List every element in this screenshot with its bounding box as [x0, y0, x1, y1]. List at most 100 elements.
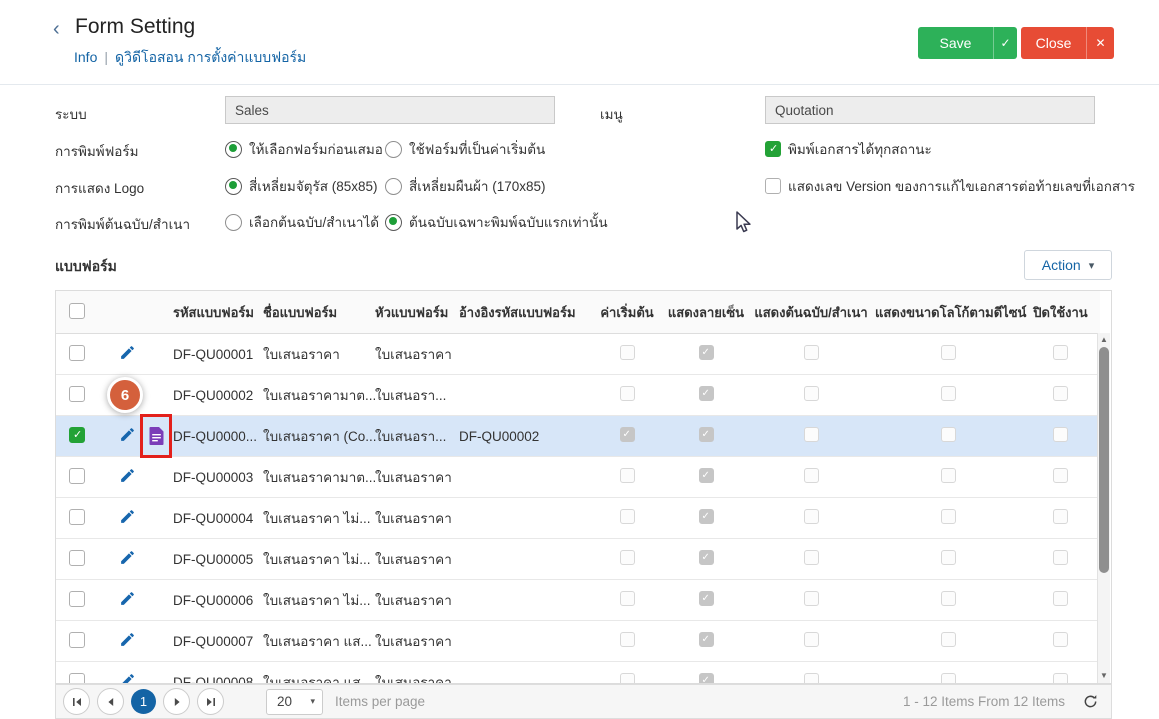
- table-row[interactable]: DF-QU0000... ใบเสนอราคา (Co... ใบเสนอรา.…: [56, 416, 1100, 457]
- cell-form-ref: [459, 375, 589, 416]
- radio-label: ต้นฉบับเฉพาะพิมพ์ฉบับแรกเท่านั้น: [409, 211, 608, 233]
- cell-form-name: ใบเสนอราคา ไม่...: [263, 498, 375, 539]
- save-check-icon[interactable]: ✓: [993, 27, 1017, 59]
- row-select-checkbox[interactable]: [69, 673, 85, 685]
- cell-form-code: DF-QU00002: [173, 375, 263, 416]
- document-icon[interactable]: [149, 427, 164, 445]
- flag-default-checkbox: [620, 509, 635, 524]
- page-header: ‹ Form Setting Info|ดูวิดีโอสอน การตั้งค…: [0, 0, 1159, 85]
- cell-form-header: ใบเสนอราคา: [375, 621, 459, 662]
- edit-pencil-icon[interactable]: [119, 590, 136, 610]
- flag-logo-size-checkbox: [941, 345, 956, 360]
- scrollbar-thumb[interactable]: [1099, 347, 1109, 573]
- flag-logo-size-checkbox: [941, 468, 956, 483]
- original-copy-option-1: เลือกต้นฉบับ/สำเนาได้: [225, 211, 379, 233]
- previous-page-button[interactable]: [97, 688, 124, 715]
- vertical-scrollbar[interactable]: ▲ ▼: [1097, 333, 1110, 683]
- edit-pencil-icon[interactable]: [119, 631, 136, 651]
- row-select-checkbox[interactable]: [69, 345, 85, 361]
- menu-input: [765, 96, 1095, 124]
- table-row[interactable]: DF-QU00005 ใบเสนอราคา ไม่... ใบเสนอราคา: [56, 539, 1100, 580]
- refresh-icon[interactable]: [1083, 694, 1098, 709]
- edit-pencil-icon[interactable]: [119, 426, 136, 446]
- table-row[interactable]: 6 DF-QU00002 ใบเสนอราคามาต... ใบเสนอรา..…: [56, 375, 1100, 416]
- table-row[interactable]: DF-QU00008 ใบเสนอราคา แส... ใบเสนอราคา: [56, 662, 1100, 685]
- cell-form-code: DF-QU00008: [173, 662, 263, 685]
- table-row[interactable]: DF-QU00004 ใบเสนอราคา ไม่... ใบเสนอราคา: [56, 498, 1100, 539]
- flag-logo-size-checkbox: [941, 632, 956, 647]
- row-select-checkbox[interactable]: [69, 591, 85, 607]
- flag-disabled-checkbox: [1053, 673, 1068, 684]
- edit-pencil-icon[interactable]: [119, 549, 136, 569]
- flag-signature-checkbox: [699, 427, 714, 442]
- scroll-up-icon[interactable]: ▲: [1098, 334, 1110, 346]
- save-button-group: Save ✓: [918, 27, 1017, 59]
- page-size-select[interactable]: 20 ▾: [266, 689, 323, 715]
- row-select-checkbox[interactable]: [69, 509, 85, 525]
- flag-default-checkbox: [620, 673, 635, 684]
- table-row[interactable]: DF-QU00007 ใบเสนอราคา แส... ใบเสนอราคา: [56, 621, 1100, 662]
- show-version-checkbox[interactable]: [765, 178, 781, 194]
- flag-default-checkbox: [620, 427, 635, 442]
- cell-form-name: ใบเสนอราคา ไม่...: [263, 539, 375, 580]
- flag-logo-size-checkbox: [941, 509, 956, 524]
- original-copy-label: การพิมพ์ต้นฉบับ/สำเนา: [55, 213, 190, 235]
- close-button[interactable]: Close: [1021, 27, 1086, 59]
- radio-use-default-form[interactable]: [385, 141, 402, 158]
- radio-original-first-print-only[interactable]: [385, 214, 402, 231]
- current-page-button[interactable]: 1: [131, 689, 156, 714]
- first-page-button[interactable]: [63, 688, 90, 715]
- col-header-disabled: ปิดใช้งาน: [1021, 291, 1100, 334]
- edit-pencil-icon[interactable]: [119, 508, 136, 528]
- radio-label: เลือกต้นฉบับ/สำเนาได้: [249, 211, 379, 233]
- radio-choose-form-first[interactable]: [225, 141, 242, 158]
- flag-logo-size-checkbox: [941, 550, 956, 565]
- checkbox-label: พิมพ์เอกสารได้ทุกสถานะ: [788, 138, 932, 160]
- cell-form-ref: [459, 662, 589, 685]
- close-x-icon[interactable]: ✕: [1086, 27, 1114, 59]
- table-row[interactable]: DF-QU00001 ใบเสนอราคา ใบเสนอราคา: [56, 334, 1100, 375]
- cell-form-ref: [459, 498, 589, 539]
- items-per-page-label: Items per page: [335, 694, 425, 709]
- doc-annotation-box: [140, 414, 172, 458]
- close-button-group: Close ✕: [1021, 27, 1114, 59]
- radio-logo-square[interactable]: [225, 178, 242, 195]
- link-separator: |: [104, 49, 108, 65]
- action-button[interactable]: Action ▾: [1024, 250, 1112, 280]
- edit-pencil-icon[interactable]: [119, 344, 136, 364]
- flag-disabled-checkbox: [1053, 427, 1068, 442]
- back-icon[interactable]: ‹: [53, 18, 60, 41]
- table-row[interactable]: DF-QU00006 ใบเสนอราคา ไม่... ใบเสนอราคา: [56, 580, 1100, 621]
- save-button[interactable]: Save: [918, 27, 993, 59]
- next-page-button[interactable]: [163, 688, 190, 715]
- radio-label: สี่เหลี่ยมจัตุรัส (85x85): [249, 175, 378, 197]
- row-select-checkbox[interactable]: [69, 386, 85, 402]
- row-select-checkbox[interactable]: [69, 550, 85, 566]
- scroll-down-icon[interactable]: ▼: [1098, 670, 1110, 682]
- edit-pencil-icon[interactable]: [119, 467, 136, 487]
- radio-label: ใช้ฟอร์มที่เป็นค่าเริ่มต้น: [409, 138, 545, 160]
- last-page-button[interactable]: [197, 688, 224, 715]
- flag-signature-checkbox: [699, 509, 714, 524]
- flag-original-copy-checkbox: [804, 591, 819, 606]
- form-table-body: DF-QU00001 ใบเสนอราคา ใบเสนอราคา 6 DF-QU…: [56, 334, 1100, 685]
- row-select-checkbox[interactable]: [69, 632, 85, 648]
- row-select-checkbox[interactable]: [69, 427, 85, 443]
- flag-default-checkbox: [620, 468, 635, 483]
- flag-logo-size-checkbox: [941, 591, 956, 606]
- video-tutorial-link[interactable]: ดูวิดีโอสอน การตั้งค่าแบบฟอร์ม: [115, 49, 306, 65]
- edit-pencil-icon[interactable]: [119, 672, 136, 684]
- flag-disabled-checkbox: [1053, 386, 1068, 401]
- select-all-checkbox[interactable]: [69, 303, 85, 319]
- print-any-status-checkbox[interactable]: [765, 141, 781, 157]
- flag-logo-size-checkbox: [941, 386, 956, 401]
- radio-label: สี่เหลี่ยมผืนผ้า (170x85): [409, 175, 546, 197]
- table-row[interactable]: DF-QU00003 ใบเสนอราคามาต... ใบเสนอราคา: [56, 457, 1100, 498]
- cell-form-header: ใบเสนอราคา: [375, 498, 459, 539]
- radio-choose-original-copy[interactable]: [225, 214, 242, 231]
- radio-logo-rectangle[interactable]: [385, 178, 402, 195]
- items-range-label: 1 - 12 Items From 12 Items: [903, 694, 1065, 709]
- page-size-value: 20: [277, 694, 292, 709]
- row-select-checkbox[interactable]: [69, 468, 85, 484]
- info-link[interactable]: Info: [74, 49, 97, 65]
